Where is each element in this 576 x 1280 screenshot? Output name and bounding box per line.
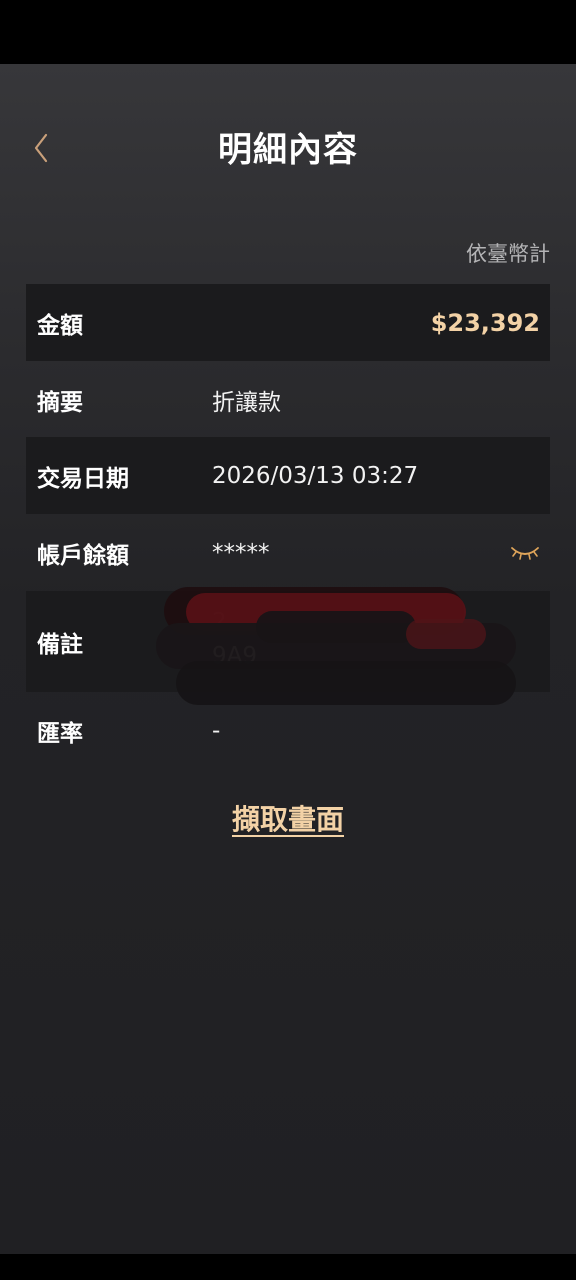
summary-row: 摘要 折讓款 (26, 361, 550, 438)
memo-line1-start: 2 (212, 609, 227, 635)
exchange-rate-row: 匯率 - (26, 692, 550, 769)
amount-label: 金額 (37, 312, 83, 339)
transaction-date-value: 2026/03/13 03:27 (212, 462, 419, 489)
memo-line2: 9A9 (212, 643, 258, 669)
summary-value: 折讓款 (212, 389, 281, 416)
capture-screen-link[interactable]: 擷取畫面 (0, 798, 576, 838)
memo-value: 2 293 9A9 (212, 605, 401, 673)
summary-label: 摘要 (37, 389, 83, 416)
memo-line1-end: 293 (356, 609, 401, 635)
transaction-date-row: 交易日期 2026/03/13 03:27 (26, 437, 550, 514)
amount-value: $23,392 (430, 308, 540, 337)
currency-note: 依臺幣計 (466, 242, 550, 266)
eye-closed-icon[interactable] (510, 538, 540, 566)
exchange-rate-label: 匯率 (37, 720, 83, 747)
transaction-date-label: 交易日期 (37, 465, 129, 492)
memo-label: 備註 (37, 631, 83, 658)
amount-row: 金額 $23,392 (26, 284, 550, 361)
detail-screen: 明細內容 依臺幣計 金額 $23,392 摘要 折讓款 交易日期 2026/03… (0, 64, 576, 1254)
account-balance-value: ***** (212, 539, 270, 566)
account-balance-row: 帳戶餘額 ***** (26, 514, 550, 591)
exchange-rate-value: - (212, 717, 221, 744)
memo-row: 備註 2 293 9A9 (26, 587, 550, 705)
page-title: 明細內容 (218, 130, 358, 170)
account-balance-label: 帳戶餘額 (37, 542, 129, 569)
